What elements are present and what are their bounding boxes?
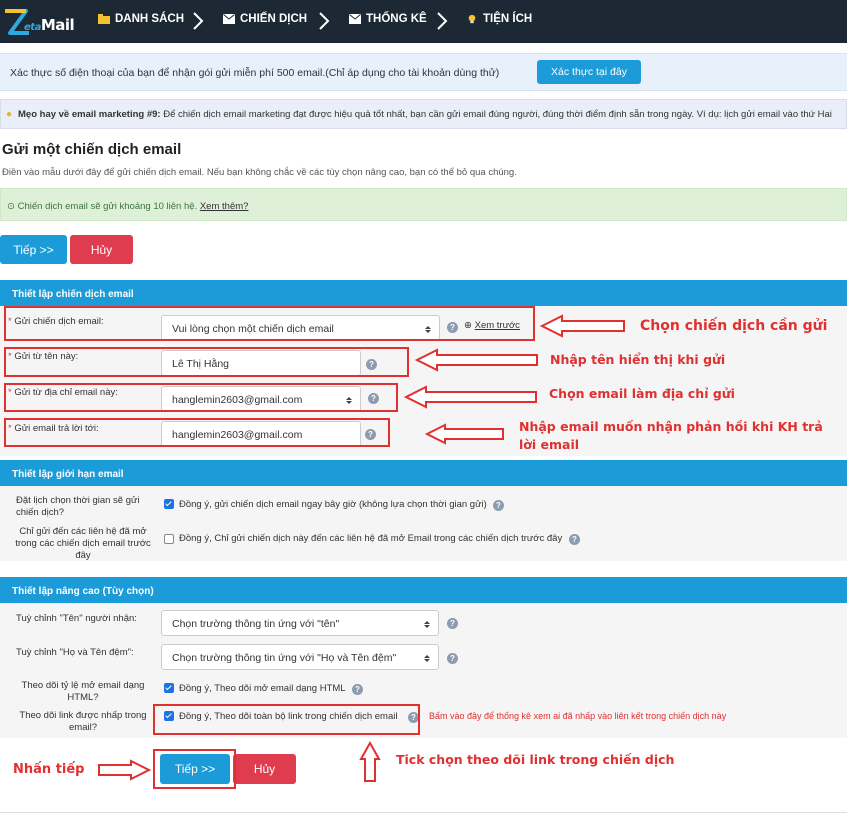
chevron-right-icon: [319, 12, 330, 30]
tip-banner: ● Mẹo hay về email marketing #9: Để chiế…: [0, 99, 847, 129]
lightbulb-icon: [468, 14, 476, 24]
annotation-choose-campaign: Chọn chiến dịch cần gửi: [640, 318, 828, 334]
custom-fullname-select[interactable]: Chọn trường thông tin ứng với "Họ và Tên…: [161, 644, 439, 670]
annotation-tick-link: Tick chọn theo dõi link trong chiến dịch: [396, 752, 675, 767]
highlight-box: [153, 749, 236, 789]
envelope-icon: [223, 14, 235, 24]
help-icon[interactable]: ?: [352, 684, 363, 695]
schedule-checkbox[interactable]: [164, 499, 174, 509]
nav-tien-ich[interactable]: TIỆN ÍCH: [466, 13, 532, 25]
open-rate-label-line1: Theo dõi tỷ lệ mở email dạng: [21, 680, 145, 691]
envelope-icon: [349, 14, 361, 24]
nav-danh-sach[interactable]: DANH SÁCH: [98, 13, 184, 25]
open-rate-text: Đồng ý, Theo dõi mở email dạng HTML: [179, 683, 346, 694]
verify-text: Xác thực số điện thoại của bạn để nhận g…: [10, 67, 500, 79]
section-limit-header: Thiết lập giới hạn email: [0, 460, 847, 486]
opened-label: Chỉ gửi đến các liên hệ đã mở trong các c…: [7, 526, 159, 562]
opened-label-line3: đây: [75, 550, 91, 561]
notice-text-wrap: ⊙ Chiến dịch email sẽ gửi khoảng 10 liên…: [7, 201, 248, 212]
custom-fullname-label: Tuỳ chỉnh "Họ và Tên đệm":: [16, 647, 134, 658]
annotation-choose-email: Chọn email làm địa chỉ gửi: [549, 386, 735, 401]
chevron-right-icon: [437, 12, 448, 30]
custom-name-select[interactable]: Chọn trường thông tin ứng với "tên": [161, 610, 439, 636]
highlight-box: [4, 306, 535, 341]
help-icon[interactable]: ?: [447, 653, 458, 664]
link-track-label-line1: Theo dõi link được nhấp trong: [19, 710, 147, 721]
annotation-reply-line2: lời email: [519, 437, 580, 452]
nav-thong-ke[interactable]: THỐNG KÊ: [349, 13, 427, 25]
annotation-enter-name: Nhập tên hiển thị khi gửi: [550, 352, 726, 367]
opened-checkbox[interactable]: [164, 534, 174, 544]
page-title: Gửi một chiến dịch email: [2, 141, 182, 158]
opened-label-line2: trong các chiến dịch email trước: [15, 538, 151, 549]
contact-count-notice: ⊙ Chiến dịch email sẽ gửi khoảng 10 liên…: [0, 188, 847, 221]
schedule-label: Đặt lịch chọn thời gian sẽ gửi chiến dịch…: [16, 495, 156, 519]
logo-prefix: eta: [24, 22, 41, 33]
schedule-text: Đồng ý, gửi chiến dịch email ngay bây gi…: [179, 499, 487, 510]
link-stats-note[interactable]: Bấm vào đây để thống kê xem ai đã nhấp v…: [429, 711, 726, 721]
open-rate-checkbox[interactable]: [164, 683, 174, 693]
zetamail-logo[interactable]: etaMail: [2, 6, 82, 38]
notice-text: Chiến dịch email sẽ gửi khoảng 10 liên h…: [17, 201, 198, 212]
lightbulb-icon: ●: [6, 109, 13, 120]
link-track-label-line2: email?: [69, 722, 97, 733]
highlight-box: [4, 418, 390, 447]
top-navbar: etaMail DANH SÁCH CHIẾN DỊCH THỐNG KÊ TI…: [0, 0, 847, 43]
section-advanced-header: Thiết lập nâng cao (Tùy chọn): [0, 577, 847, 603]
open-rate-label: Theo dõi tỷ lệ mở email dạng HTML?: [7, 680, 159, 704]
phone-verify-banner: Xác thực số điện thoại của bạn để nhận g…: [0, 53, 847, 91]
tip-body: Để chiến dịch email marketing đạt được h…: [163, 109, 832, 120]
nav-label: TIỆN ÍCH: [483, 13, 533, 25]
highlight-box: [4, 383, 398, 412]
check-circle-icon: ⊙: [7, 201, 15, 212]
schedule-label-line2: chiến dịch?: [16, 507, 65, 518]
annotation-reply-line1: Nhập email muốn nhận phản hồi khi KH trả: [519, 419, 823, 434]
tip-title: Mẹo hay về email marketing #9:: [18, 109, 161, 120]
logo-suffix: Mail: [40, 16, 75, 34]
arrow-right-icon: [98, 759, 151, 781]
verify-button[interactable]: Xác thực tại đây: [537, 60, 641, 84]
help-icon[interactable]: ?: [493, 500, 504, 511]
open-rate-label-line2: HTML?: [67, 692, 99, 703]
arrow-left-icon: [540, 314, 625, 338]
link-track-label: Theo dõi link được nhấp trong email?: [7, 710, 159, 734]
chevron-right-icon: [193, 12, 204, 30]
section-campaign-header: Thiết lập chiến dịch email: [0, 280, 847, 306]
arrow-up-icon: [359, 741, 381, 782]
footer-divider: [0, 812, 847, 813]
custom-name-label: Tuỳ chỉnh "Tên" người nhận:: [16, 613, 137, 624]
arrow-left-icon: [425, 423, 504, 445]
schedule-label-line1: Đặt lịch chọn thời gian sẽ gửi: [16, 495, 140, 506]
page-subtitle: Điền vào mẫu dưới đây để gửi chiến dịch …: [2, 167, 517, 178]
list-folder-icon: [98, 14, 110, 24]
nav-chien-dich[interactable]: CHIẾN DỊCH: [223, 13, 307, 25]
cancel-button-bottom[interactable]: Hủy: [233, 754, 296, 784]
help-icon[interactable]: ?: [447, 618, 458, 629]
nav-label: CHIẾN DỊCH: [240, 13, 308, 25]
arrow-left-icon: [404, 385, 537, 409]
cancel-button-top[interactable]: Hủy: [70, 235, 133, 264]
arrow-left-icon: [415, 348, 538, 372]
next-button-top[interactable]: Tiếp >>: [0, 235, 67, 264]
notice-more-link[interactable]: Xem thêm?: [200, 201, 249, 212]
nav-label: THỐNG KÊ: [366, 13, 427, 25]
highlight-box: [153, 704, 420, 735]
tip-text: Mẹo hay về email marketing #9: Để chiến …: [18, 109, 832, 120]
nav-label: DANH SÁCH: [115, 13, 184, 25]
highlight-box: [4, 347, 409, 377]
annotation-press-next: Nhấn tiếp: [13, 762, 85, 777]
opened-label-line1: Chỉ gửi đến các liên hệ đã mở: [19, 526, 147, 537]
help-icon[interactable]: ?: [569, 534, 580, 545]
annotation-reply: Nhập email muốn nhận phản hồi khi KH trả…: [519, 418, 823, 454]
opened-text: Đồng ý, Chỉ gửi chiến dịch này đến các l…: [179, 533, 563, 544]
